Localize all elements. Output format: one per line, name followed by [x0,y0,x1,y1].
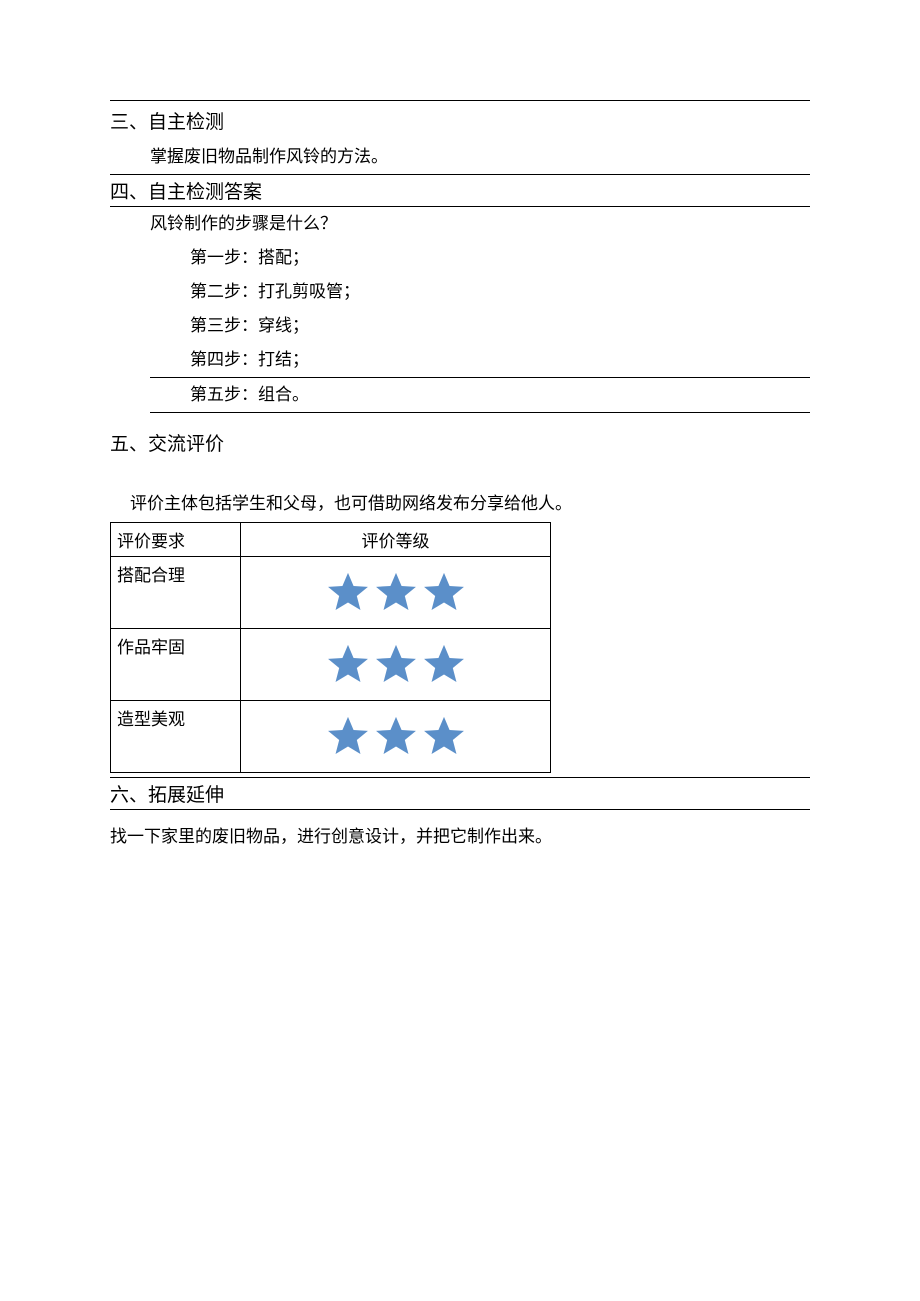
table-cell-level [241,628,551,700]
spacer [110,462,810,492]
section-5-note: 评价主体包括学生和父母，也可借助网络发布分享给他人。 [110,492,810,516]
star-icon [373,713,419,759]
star-icon [421,713,467,759]
divider [110,174,810,175]
table-row: 作品牢固 [111,628,551,700]
step-item: 第四步：打结； [110,343,810,377]
table-header-level: 评价等级 [241,522,551,556]
section-heading-6: 六、拓展延伸 [110,780,810,807]
star-rating [247,633,544,696]
table-cell-requirement: 搭配合理 [111,556,241,628]
star-icon [325,569,371,615]
star-rating [247,705,544,768]
star-icon [325,641,371,687]
step-item: 第二步：打孔剪吸管； [110,275,810,309]
section-heading-3: 三、自主检测 [110,107,810,134]
table-cell-requirement: 作品牢固 [111,628,241,700]
step-item: 第一步：搭配； [110,241,810,275]
spacer [110,413,810,423]
step-item: 第五步：组合。 [110,378,810,412]
table-cell-level [241,556,551,628]
divider [110,100,810,101]
star-icon [373,569,419,615]
spacer [110,810,810,820]
table-cell-level [241,700,551,772]
section-heading-5: 五、交流评价 [110,429,810,456]
evaluation-table: 评价要求 评价等级 搭配合理 作品牢固 [110,522,551,773]
section-3-body: 掌握废旧物品制作风铃的方法。 [110,140,810,174]
table-row: 造型美观 [111,700,551,772]
section-6-body: 找一下家里的废旧物品，进行创意设计，并把它制作出来。 [110,820,810,854]
star-rating [247,561,544,624]
table-cell-requirement: 造型美观 [111,700,241,772]
table-row: 搭配合理 [111,556,551,628]
divider [110,777,810,778]
section-heading-4: 四、自主检测答案 [110,177,810,204]
table-header-requirement: 评价要求 [111,522,241,556]
star-icon [421,641,467,687]
step-item: 第三步：穿线； [110,309,810,343]
star-icon [325,713,371,759]
document-page: 三、自主检测 掌握废旧物品制作风铃的方法。 四、自主检测答案 风铃制作的步骤是什… [0,0,920,1301]
star-icon [421,569,467,615]
star-icon [373,641,419,687]
section-4-question: 风铃制作的步骤是什么？ [110,207,810,241]
